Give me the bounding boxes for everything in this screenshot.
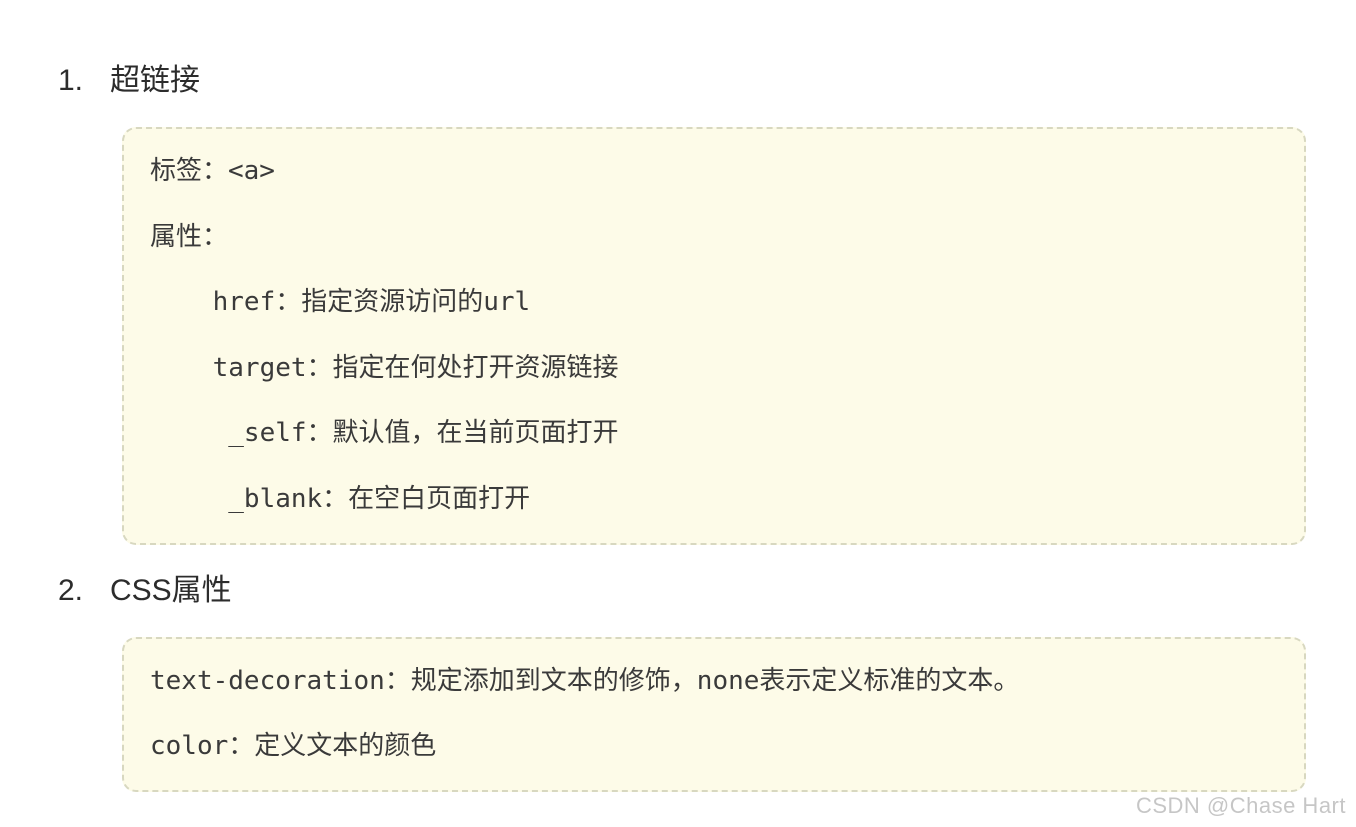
watermark: CSDN @Chase Hart: [1136, 793, 1346, 819]
code-box-css: text-decoration：规定添加到文本的修饰，none表示定义标准的文本…: [122, 637, 1306, 792]
code-line: target：指定在何处打开资源链接: [150, 348, 1280, 390]
list-number: 1.: [50, 64, 110, 98]
list-item-css: 2. CSS属性 text-decoration：规定添加到文本的修饰，none…: [50, 565, 1306, 792]
ordered-list: 1. 超链接 标签：<a> 属性： href：指定资源访问的url target…: [50, 55, 1306, 792]
code-line: color：定义文本的颜色: [150, 726, 1280, 768]
list-title: 超链接: [110, 55, 200, 99]
code-line: _self：默认值，在当前页面打开: [150, 413, 1280, 455]
code-line: _blank：在空白页面打开: [150, 479, 1280, 521]
list-title: CSS属性: [110, 565, 232, 609]
list-item-head: 2. CSS属性: [50, 565, 1306, 609]
code-line: text-decoration：规定添加到文本的修饰，none表示定义标准的文本…: [150, 661, 1280, 703]
list-item-head: 1. 超链接: [50, 55, 1306, 99]
list-item-hyperlink: 1. 超链接 标签：<a> 属性： href：指定资源访问的url target…: [50, 55, 1306, 545]
code-line: 标签：<a>: [150, 151, 1280, 193]
list-number: 2.: [50, 574, 110, 608]
code-box-hyperlink: 标签：<a> 属性： href：指定资源访问的url target：指定在何处打…: [122, 127, 1306, 545]
code-line: 属性：: [150, 217, 1280, 259]
code-line: href：指定资源访问的url: [150, 282, 1280, 324]
